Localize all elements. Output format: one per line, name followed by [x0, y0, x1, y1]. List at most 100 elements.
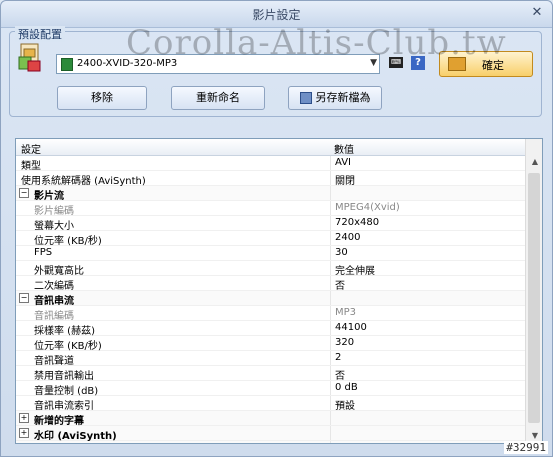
film-icon: [61, 58, 73, 71]
row-label: 水印 (AviSynth): [34, 431, 117, 442]
row-label: 位元率 (KB/秒): [34, 236, 102, 247]
watermark-text: Corolla-Altis-Club.tw: [126, 23, 507, 63]
header-value: 數值: [334, 145, 354, 156]
expand-icon[interactable]: +: [19, 428, 29, 438]
table-group-row[interactable]: + 進階: [16, 441, 525, 444]
row-label: 音訊聲道: [34, 356, 74, 367]
table-row[interactable]: 類型 AVI: [16, 156, 525, 172]
table-row[interactable]: 螢幕大小 720x480: [16, 216, 525, 232]
column-divider: [330, 306, 331, 320]
expand-icon[interactable]: +: [19, 443, 29, 444]
column-divider: [330, 426, 331, 440]
remove-button[interactable]: 移除: [57, 86, 147, 110]
row-label: 禁用音訊輸出: [34, 371, 94, 382]
scroll-thumb[interactable]: [528, 173, 540, 423]
file-settings-icon: [18, 43, 41, 72]
column-divider: [330, 231, 331, 245]
row-label: 音訊串流索引: [34, 401, 94, 412]
row-label: 音量控制 (dB): [34, 386, 99, 397]
scroll-down-icon[interactable]: ▼: [532, 431, 538, 440]
row-label: FPS: [34, 247, 53, 258]
column-divider: [330, 381, 331, 395]
column-divider: [330, 186, 331, 200]
table-group-row[interactable]: − 音訊串流: [16, 291, 525, 307]
vertical-scrollbar[interactable]: ▲ ▼: [525, 139, 542, 443]
row-label: 外觀寬高比: [34, 266, 84, 277]
row-value[interactable]: 720x480: [335, 217, 379, 228]
table-rows: 類型 AVI 使用系統解碼器 (AviSynth) 關閉 − 影片流 影片編碼 MPEG4(X…: [16, 156, 525, 444]
row-value[interactable]: AVI: [335, 157, 351, 168]
save-as-button[interactable]: 另存新檔為: [288, 86, 382, 110]
scroll-up-icon[interactable]: ▲: [532, 157, 538, 166]
table-row[interactable]: 音訊聲道 2: [16, 351, 525, 367]
column-divider: [330, 366, 331, 380]
table-row[interactable]: 位元率 (KB/秒) 320: [16, 336, 525, 352]
row-value[interactable]: 否: [335, 277, 345, 292]
row-label: 位元率 (KB/秒): [34, 341, 102, 352]
table-row[interactable]: 禁用音訊輸出 否: [16, 366, 525, 382]
table-row[interactable]: 位元率 (KB/秒) 2400: [16, 231, 525, 247]
expand-icon[interactable]: +: [19, 413, 29, 423]
table-row[interactable]: FPS 30: [16, 246, 525, 261]
table-row[interactable]: 外觀寬高比 完全伸展: [16, 261, 525, 277]
row-value[interactable]: 2400: [335, 232, 360, 243]
column-divider: [330, 291, 331, 305]
column-divider: [330, 411, 331, 425]
table-row[interactable]: 採樣率 (赫茲) 44100: [16, 321, 525, 337]
row-value[interactable]: 30: [335, 247, 348, 258]
row-value[interactable]: MPEG4(Xvid): [335, 202, 400, 213]
row-label: 進階: [34, 442, 54, 443]
row-label: 二次編碼: [34, 281, 74, 292]
table-row[interactable]: 音訊串流索引 預設: [16, 396, 525, 412]
column-divider: [330, 201, 331, 215]
row-value[interactable]: 44100: [335, 322, 367, 333]
row-value[interactable]: 0 dB: [335, 382, 358, 393]
table-row[interactable]: 二次編碼 否: [16, 276, 525, 292]
table-row[interactable]: 音量控制 (dB) 0 dB: [16, 381, 525, 397]
row-value[interactable]: 320: [335, 337, 354, 348]
close-button[interactable]: ✕: [530, 6, 544, 20]
settings-table: 設定 數值 類型 AVI 使用系統解碼器 (AviSynth) 關閉 − 影片流 影片編碼 M…: [15, 138, 543, 444]
column-divider: [330, 246, 331, 260]
collapse-icon[interactable]: −: [19, 188, 29, 198]
table-group-row[interactable]: − 影片流: [16, 186, 525, 202]
row-value[interactable]: 關閉: [335, 172, 355, 187]
column-divider: [330, 171, 331, 185]
row-label: 採樣率 (赫茲): [34, 326, 95, 337]
table-group-row[interactable]: + 新增的字幕: [16, 411, 525, 427]
column-divider: [330, 216, 331, 230]
table-row[interactable]: 影片編碼 MPEG4(Xvid): [16, 201, 525, 217]
row-value[interactable]: 2: [335, 352, 341, 363]
row-label: 影片編碼: [34, 206, 74, 217]
row-label: 音訊編碼: [34, 311, 74, 322]
column-divider: [330, 156, 331, 170]
column-divider: [330, 396, 331, 410]
row-label: 螢幕大小: [34, 221, 74, 232]
table-row[interactable]: 音訊編碼 MP3: [16, 306, 525, 322]
row-label: 新增的字幕: [34, 416, 84, 427]
collapse-icon[interactable]: −: [19, 293, 29, 303]
video-settings-window: 影片設定 ✕ 預設配置 2400-XVID-320-MP3 ▼ ⌨ ? 確定 移…: [0, 0, 553, 457]
footer-id: #32991: [504, 441, 548, 454]
row-label: 影片流: [34, 191, 64, 202]
row-label: 音訊串流: [34, 296, 74, 307]
row-label: 使用系統解碼器 (AviSynth): [21, 176, 146, 187]
save-as-label: 另存新檔為: [315, 91, 371, 104]
table-row[interactable]: 使用系統解碼器 (AviSynth) 關閉: [16, 171, 525, 187]
row-value[interactable]: 否: [335, 367, 345, 382]
header-setting: 設定: [21, 145, 41, 156]
table-header: 設定 數值: [16, 139, 525, 156]
column-divider: [330, 276, 331, 290]
row-value[interactable]: 完全伸展: [335, 262, 375, 277]
column-divider: [330, 261, 331, 275]
row-label: 類型: [21, 161, 41, 172]
row-value[interactable]: 預設: [335, 397, 355, 412]
column-divider: [330, 321, 331, 335]
table-group-row[interactable]: + 水印 (AviSynth): [16, 426, 525, 442]
save-icon: [299, 92, 312, 104]
window-title: 影片設定: [252, 8, 301, 22]
column-divider: [330, 336, 331, 350]
row-value[interactable]: MP3: [335, 307, 356, 318]
rename-button[interactable]: 重新命名: [171, 86, 265, 110]
column-divider: [330, 351, 331, 365]
